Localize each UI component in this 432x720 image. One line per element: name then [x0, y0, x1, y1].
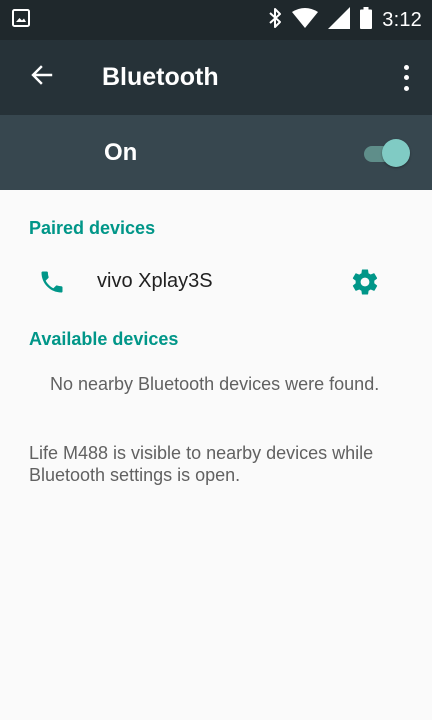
overflow-dot	[403, 64, 409, 70]
device-name: vivo Xplay3S	[97, 270, 213, 292]
paired-device-row[interactable]: vivo Xplay3S	[0, 254, 432, 310]
status-bar: 3:12	[0, 0, 432, 40]
overflow-menu-icon[interactable]	[396, 64, 416, 91]
switch-thumb	[382, 138, 410, 167]
phone-icon	[38, 268, 66, 296]
toggle-label: On	[104, 138, 138, 166]
page-title: Bluetooth	[102, 63, 219, 91]
available-devices-header: Available devices	[29, 329, 179, 349]
wifi-icon	[292, 7, 319, 33]
overflow-dot	[403, 75, 409, 80]
paired-devices-header: Paired devices	[29, 218, 156, 238]
bluetooth-icon	[268, 7, 282, 34]
no-devices-message: No nearby Bluetooth devices were found.	[50, 374, 380, 394]
visibility-note: Life M488 is visible to nearby devices w…	[29, 443, 374, 485]
gear-icon[interactable]	[350, 267, 380, 297]
image-notification-icon	[12, 8, 30, 32]
battery-icon	[360, 6, 373, 34]
bluetooth-toggle-bar[interactable]: On	[0, 115, 432, 190]
back-arrow-icon[interactable]	[30, 63, 54, 92]
status-time: 3:12	[382, 9, 422, 31]
app-bar: Bluetooth	[0, 40, 432, 115]
status-icons: 3:12	[268, 6, 422, 34]
signal-icon	[328, 6, 351, 34]
content-area: Paired devices vivo Xplay3S Available de…	[0, 190, 432, 720]
overflow-dot	[403, 85, 409, 91]
bluetooth-switch[interactable]	[362, 138, 410, 167]
